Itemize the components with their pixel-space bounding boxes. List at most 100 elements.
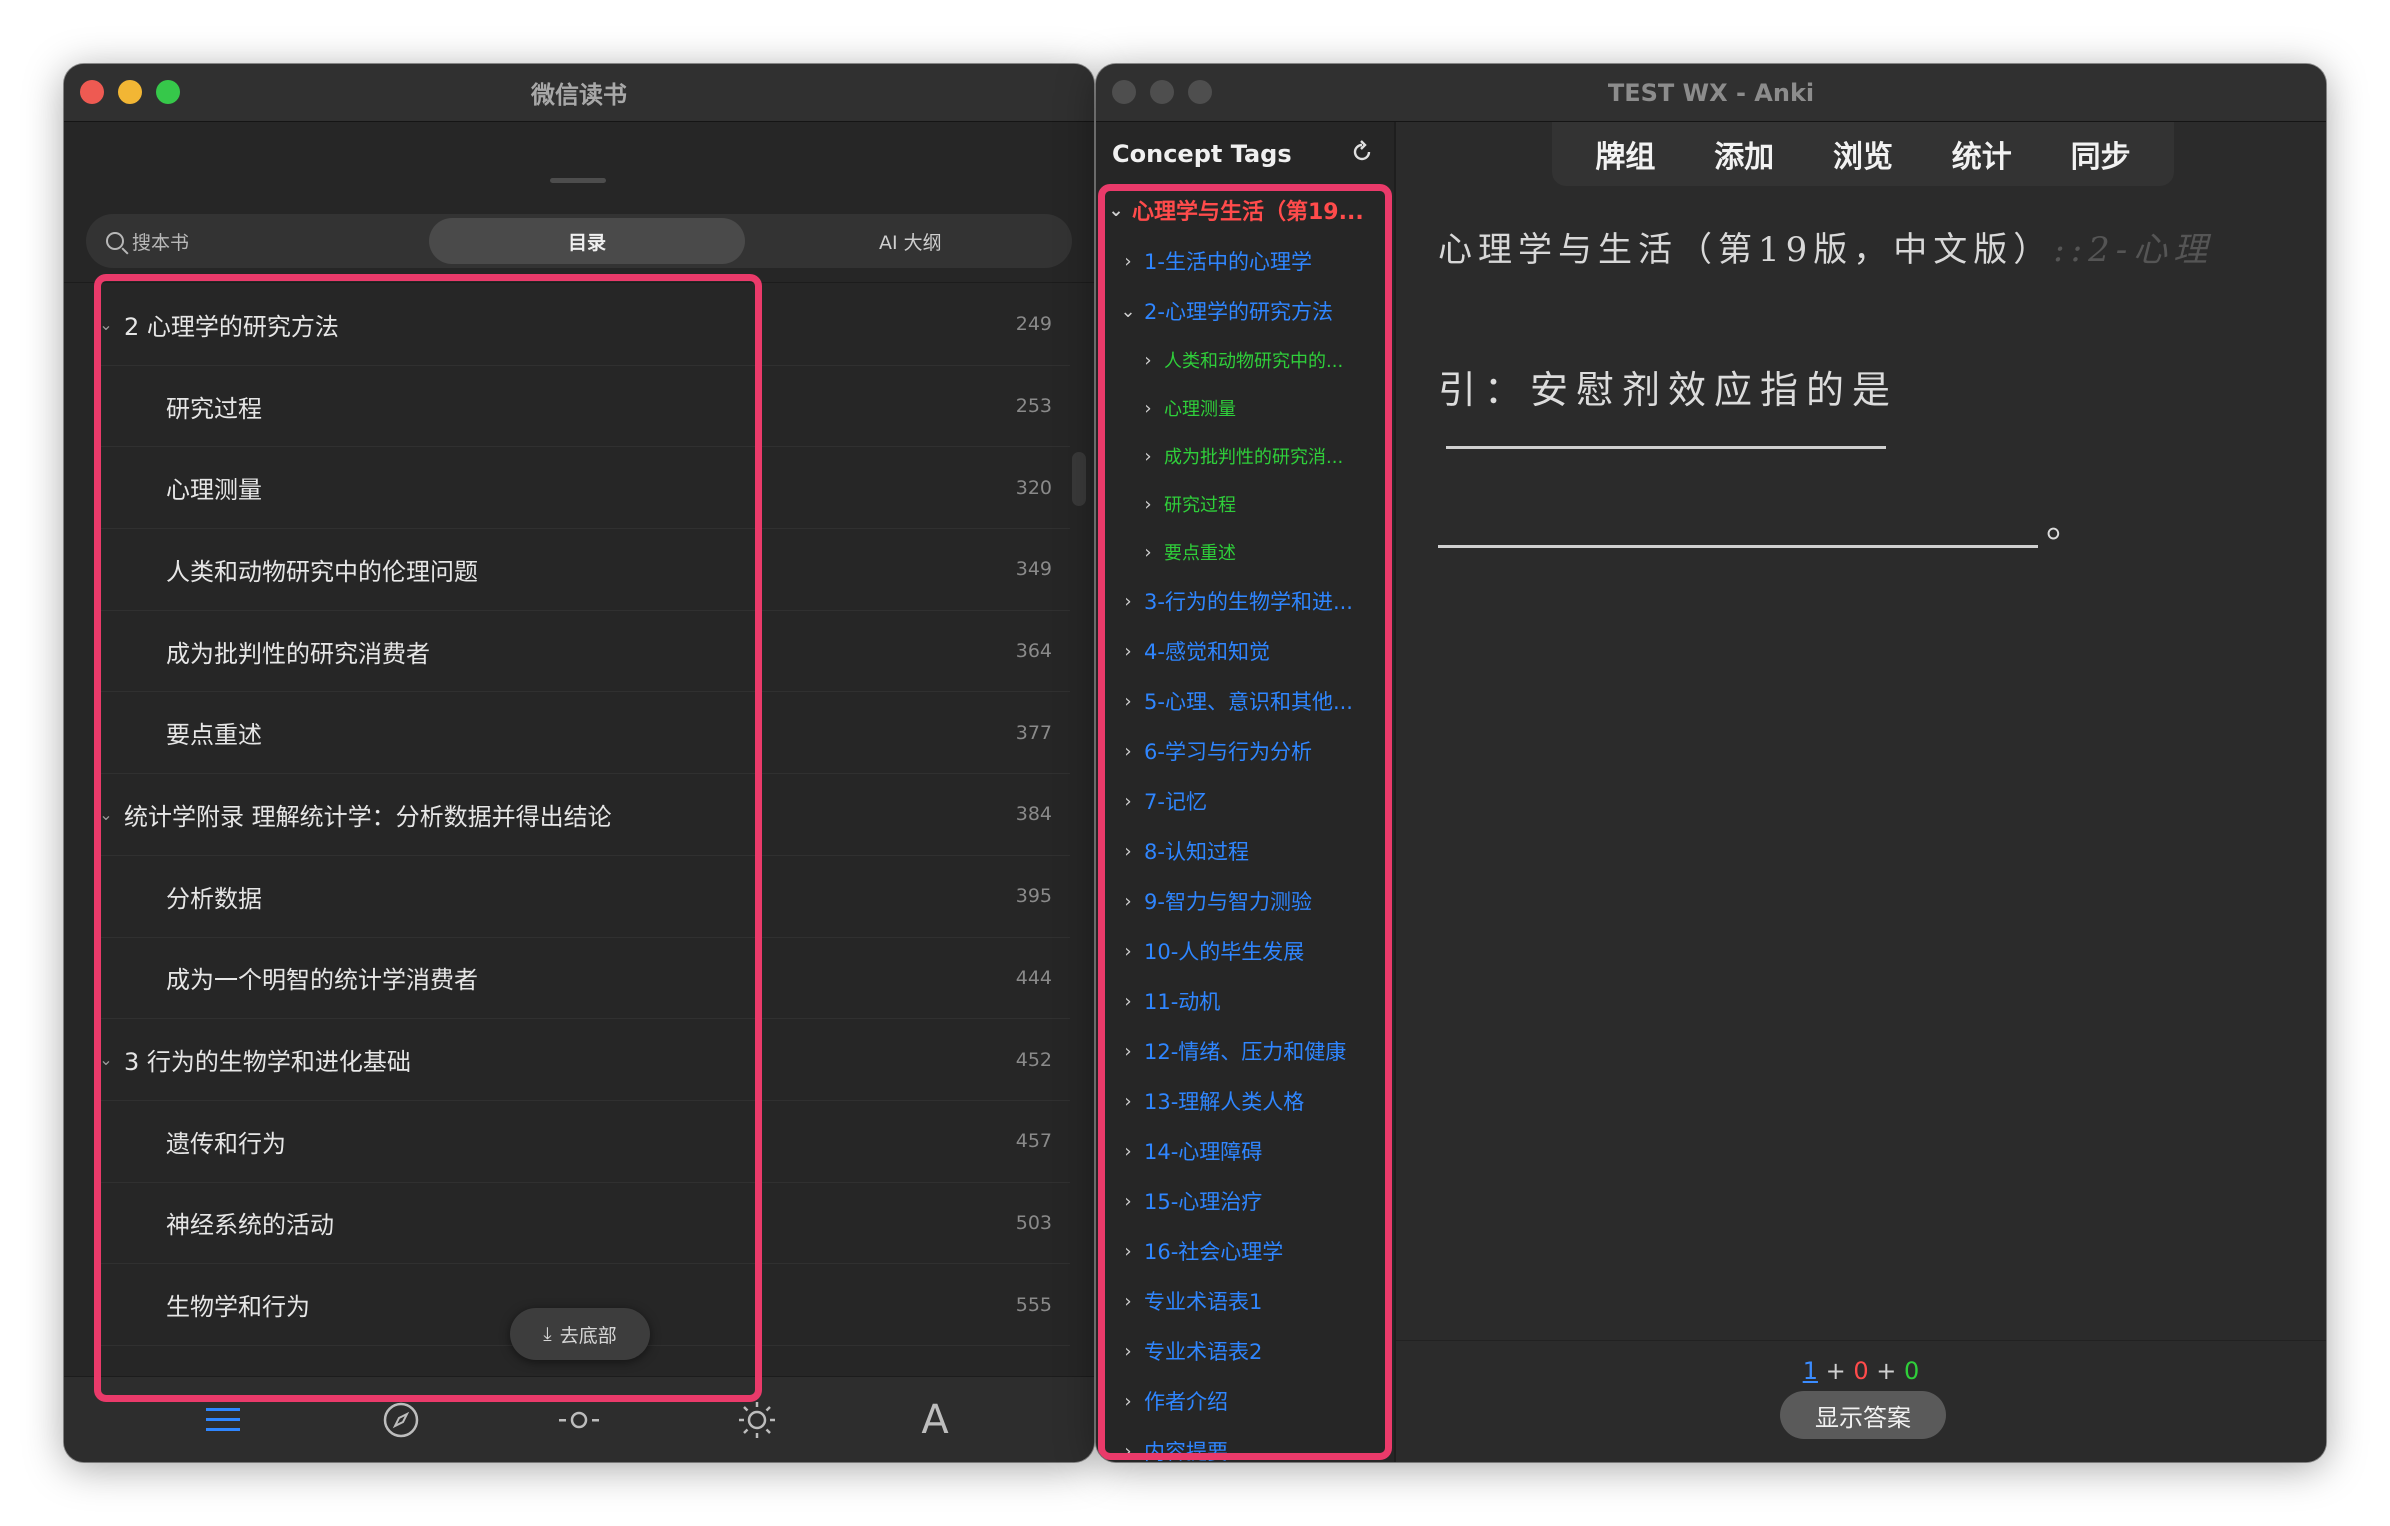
chevron-right-icon[interactable]: › [1118,991,1138,1012]
tag-item[interactable]: › 5-心理、意识和其他... [1096,676,1396,726]
sync-button[interactable]: 同步 [2059,132,2143,176]
go-to-bottom-button[interactable]: ⤓ 去底部 [510,1308,650,1360]
close-window-button[interactable] [80,80,104,104]
tag-item[interactable]: › 3-行为的生物学和进... [1096,576,1396,626]
decks-button[interactable]: 牌组 [1583,132,1667,176]
chevron-right-icon[interactable]: › [1118,641,1138,662]
brightness-low-icon[interactable] [555,1396,603,1444]
chevron-right-icon[interactable]: › [1118,741,1138,762]
show-answer-button[interactable]: 显示答案 [1780,1391,1946,1439]
tag-item[interactable]: ⌄ 2-心理学的研究方法 [1096,286,1396,336]
chevron-right-icon[interactable]: › [1118,791,1138,812]
tag-label: 8-认知过程 [1144,840,1249,864]
add-button[interactable]: 添加 [1702,132,1786,176]
toc-title: 生物学和行为 [166,1293,310,1322]
panel-drag-handle[interactable] [550,178,606,183]
chevron-right-icon[interactable]: › [1118,1391,1138,1412]
zoom-window-button[interactable] [1188,80,1212,104]
chevron-right-icon[interactable]: › [1118,941,1138,962]
chevron-right-icon[interactable]: › [1138,446,1158,467]
minimize-window-button[interactable] [1150,80,1174,104]
tag-item[interactable]: › 专业术语表1 [1096,1276,1396,1326]
chevron-down-icon[interactable]: ⌄ [94,1050,118,1069]
refresh-icon[interactable] [1350,140,1376,166]
chevron-right-icon[interactable]: › [1118,691,1138,712]
chevron-right-icon[interactable]: › [1118,1091,1138,1112]
stats-button[interactable]: 统计 [1940,132,2024,176]
toc-section[interactable]: 心理测量 320 [94,447,1070,530]
toc-chapter[interactable]: ⌄ 统计学附录 理解统计学：分析数据并得出结论 384 [94,774,1070,856]
toc-section[interactable]: 成为批判性的研究消费者 364 [94,611,1070,693]
tag-item[interactable]: › 成为批判性的研究消... [1096,432,1396,480]
toc-page-number: 320 [1015,476,1052,499]
brightness-high-icon[interactable] [733,1396,781,1444]
chevron-right-icon[interactable]: › [1118,1241,1138,1262]
zoom-window-button[interactable] [156,80,180,104]
chevron-right-icon[interactable]: › [1118,591,1138,612]
tag-item[interactable]: › 内容提要 [1096,1426,1396,1462]
tag-item[interactable]: › 11-动机 [1096,976,1396,1026]
tag-item[interactable]: › 14-心理障碍 [1096,1126,1396,1176]
toc-section[interactable]: 遗传和行为 457 [94,1101,1070,1183]
tag-item[interactable]: › 要点重述 [1096,528,1396,576]
chevron-right-icon[interactable]: › [1118,1041,1138,1062]
tag-item[interactable]: › 7-记忆 [1096,776,1396,826]
chevron-right-icon[interactable]: › [1138,350,1158,371]
arrow-down-to-bottom-icon: ⤓ [543,1323,552,1345]
chevron-right-icon[interactable]: › [1118,891,1138,912]
toc-page-number: 555 [1015,1293,1052,1316]
scrollbar-handle[interactable] [1072,452,1086,506]
chevron-down-icon[interactable]: ⌄ [94,315,118,334]
chevron-right-icon[interactable]: › [1138,542,1158,563]
chevron-right-icon[interactable]: › [1118,1441,1138,1462]
chevron-right-icon[interactable]: › [1118,1341,1138,1362]
chevron-right-icon[interactable]: › [1118,841,1138,862]
toc-section[interactable]: 研究过程 253 [94,366,1070,448]
browse-button[interactable]: 浏览 [1821,132,1905,176]
tab-toc[interactable]: 目录 [429,218,745,264]
tag-item[interactable]: › 心理测量 [1096,384,1396,432]
tag-item[interactable]: ⌄ 心理学与生活（第19... [1096,184,1396,236]
toc-title: 神经系统的活动 [166,1211,334,1240]
tag-item[interactable]: › 人类和动物研究中的... [1096,336,1396,384]
toc-section[interactable]: 分析数据 395 [94,856,1070,938]
book-search-label: 搜本书 [132,231,190,254]
tag-item[interactable]: › 10-人的毕生发展 [1096,926,1396,976]
tag-item[interactable]: › 4-感觉和知觉 [1096,626,1396,676]
tag-item[interactable]: › 15-心理治疗 [1096,1176,1396,1226]
tag-item[interactable]: › 9-智力与智力测验 [1096,876,1396,926]
tab-ai-outline[interactable]: AI 大纲 [753,218,1068,264]
tag-item[interactable]: › 1-生活中的心理学 [1096,236,1396,286]
deck-path-suffix: ::2-心理 [2053,230,2214,270]
tag-item[interactable]: › 12-情绪、压力和健康 [1096,1026,1396,1076]
compass-icon[interactable] [377,1396,425,1444]
tag-item[interactable]: › 16-社会心理学 [1096,1226,1396,1276]
font-icon[interactable]: A [911,1396,959,1444]
chevron-right-icon[interactable]: › [1118,251,1138,272]
tag-item[interactable]: › 作者介绍 [1096,1376,1396,1426]
chevron-right-icon[interactable]: › [1118,1291,1138,1312]
chevron-right-icon[interactable]: › [1138,398,1158,419]
toc-section[interactable]: 要点重述 377 [94,692,1070,775]
minimize-window-button[interactable] [118,80,142,104]
tag-item[interactable]: › 8-认知过程 [1096,826,1396,876]
close-window-button[interactable] [1112,80,1136,104]
toc-chapter[interactable]: ⌄ 3 行为的生物学和进化基础 452 [94,1019,1070,1101]
tag-item[interactable]: › 13-理解人类人格 [1096,1076,1396,1126]
cloze-blank [1438,508,2038,548]
toc-chapter[interactable]: ⌄ 2 心理学的研究方法 249 [94,284,1070,366]
toc-section[interactable]: 成为一个明智的统计学消费者 444 [94,938,1070,1020]
chevron-down-icon[interactable]: ⌄ [1106,200,1126,221]
tag-item[interactable]: › 6-学习与行为分析 [1096,726,1396,776]
chevron-right-icon[interactable]: › [1118,1141,1138,1162]
tag-item[interactable]: › 专业术语表2 [1096,1326,1396,1376]
toc-section[interactable]: 人类和动物研究中的伦理问题 349 [94,529,1070,611]
toc-section[interactable]: 神经系统的活动 503 [94,1183,1070,1265]
chevron-down-icon[interactable]: ⌄ [1118,301,1138,322]
chevron-right-icon[interactable]: › [1118,1191,1138,1212]
menu-icon[interactable] [199,1396,247,1444]
tag-item[interactable]: › 研究过程 [1096,480,1396,528]
chevron-down-icon[interactable]: ⌄ [94,805,118,824]
book-search-button[interactable]: 搜本书 [90,218,421,264]
chevron-right-icon[interactable]: › [1138,494,1158,515]
